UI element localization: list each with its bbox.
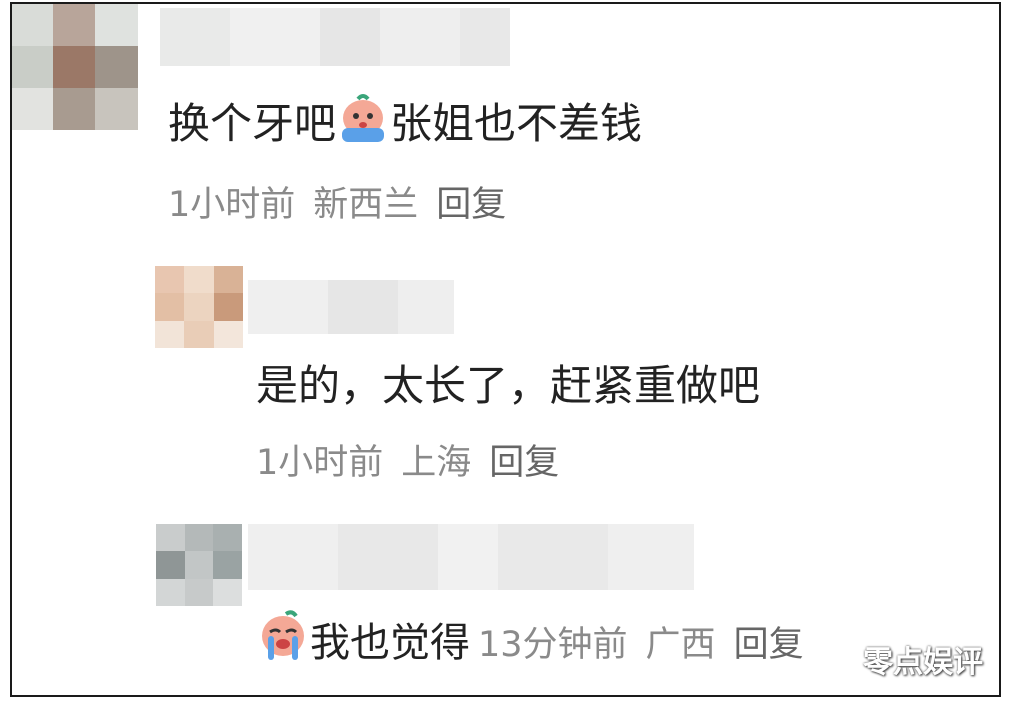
comment-meta: 13分钟前 广西 回复 <box>478 625 822 665</box>
reply-button[interactable]: 回复 <box>734 625 804 665</box>
comment-text-part: 换个牙吧 <box>168 99 337 148</box>
location: 上海 <box>401 443 472 483</box>
comment-text: 换个牙吧 张姐也不差钱 <box>168 90 642 154</box>
username-blurred[interactable] <box>160 8 510 66</box>
comment-text-part: 张姐也不差钱 <box>390 99 643 148</box>
crying-face-icon <box>256 610 310 672</box>
timestamp: 13分钟前 <box>478 625 628 665</box>
reply-button[interactable]: 回复 <box>489 443 559 483</box>
comment-thread: 换个牙吧 张姐也不差钱 1小时前 新西兰 回复 是的，太长了，赶紧重做吧 1小时前上… <box>10 2 1001 697</box>
avatar[interactable] <box>155 266 243 348</box>
avatar[interactable] <box>156 524 242 606</box>
location: 新西兰 <box>313 185 419 225</box>
avatar[interactable] <box>12 4 138 130</box>
comment-text: 我也觉得 13分钟前 广西 回复 <box>256 610 822 672</box>
comment-text-part: 我也觉得 <box>310 620 470 666</box>
timestamp: 1小时前 <box>256 443 384 483</box>
username-blurred[interactable] <box>248 280 454 334</box>
username-blurred[interactable] <box>248 524 694 590</box>
timestamp: 1小时前 <box>168 185 296 225</box>
comment-text: 是的，太长了，赶紧重做吧 <box>256 361 761 410</box>
crying-face-icon <box>336 94 390 154</box>
reply-button[interactable]: 回复 <box>436 185 506 225</box>
watermark: 零点娱评 <box>863 645 983 680</box>
comment-meta: 1小时前 上海 回复 <box>256 434 577 485</box>
location: 广西 <box>645 625 716 665</box>
comment-meta: 1小时前 新西兰 回复 <box>168 176 524 227</box>
